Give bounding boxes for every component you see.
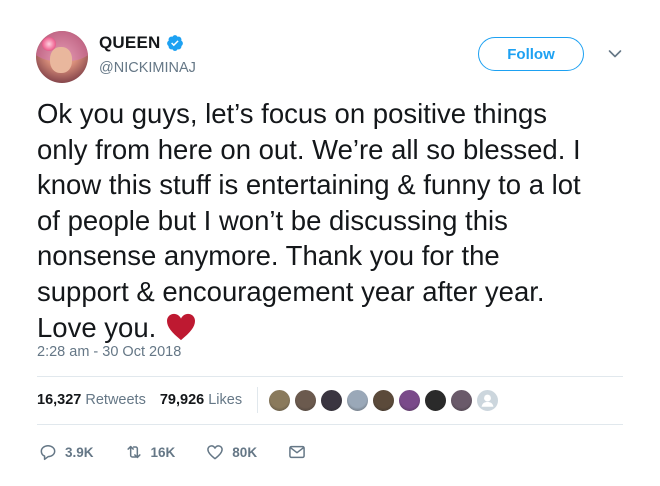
liker-avatar[interactable] [372, 389, 395, 412]
reply-action[interactable]: 3.9K [38, 442, 94, 462]
tweet-line: only from here on out. We’re all so bles… [37, 133, 581, 165]
liker-avatars [268, 389, 499, 412]
tweet-line: nonsense anymore. Thank you for the [37, 240, 500, 272]
retweets-count: 16,327 [37, 392, 82, 408]
direct-message-action[interactable] [287, 442, 307, 462]
retweets-stat[interactable]: 16,327 Retweets [37, 392, 146, 408]
retweet-icon [126, 445, 141, 459]
liker-avatar[interactable] [398, 389, 421, 412]
avatar-flower [42, 37, 56, 51]
reply-icon [40, 445, 56, 461]
tweet-text: Ok you guys, let’s focus on positive thi… [37, 96, 637, 345]
heart-icon [207, 445, 224, 460]
tweet-line-last: Love you. [37, 310, 637, 346]
tweet-line: of people but I won’t be discussing this [37, 204, 508, 236]
follow-button[interactable]: Follow [478, 37, 584, 71]
liker-avatar[interactable] [450, 389, 473, 412]
like-action[interactable]: 80K [205, 442, 257, 462]
tweet-actions: 3.9K 16K 80K [38, 442, 337, 462]
retweets-label: Retweets [85, 392, 146, 408]
red-heart-emoji-icon [167, 313, 196, 340]
retweet-action[interactable]: 16K [124, 442, 176, 462]
tweet-timestamp[interactable]: 2:28 am - 30 Oct 2018 [37, 344, 181, 360]
likes-count: 79,926 [159, 392, 205, 408]
liker-avatar[interactable] [320, 389, 343, 412]
tweet-line: know this stuff is entertaining & funny … [37, 169, 581, 201]
avatar-face [50, 47, 72, 73]
chevron-down-icon[interactable] [608, 49, 622, 59]
tweet-stats: 16,327 Retweets 79,926 Likes [37, 392, 242, 408]
likes-label: Likes [208, 392, 243, 408]
user-avatar[interactable] [36, 31, 88, 83]
display-name[interactable]: QUEEN [99, 33, 160, 53]
default-avatar-icon[interactable] [476, 389, 499, 412]
tweet-line: Ok you guys, let’s focus on positive thi… [37, 98, 548, 129]
liker-avatar[interactable] [346, 389, 369, 412]
envelope-icon [289, 445, 305, 459]
default-person-icon [481, 394, 494, 407]
verified-badge-icon [167, 35, 184, 51]
stats-separator [257, 387, 258, 413]
divider [37, 376, 623, 377]
user-handle[interactable]: @NICKIMINAJ [99, 60, 196, 76]
divider [37, 424, 623, 425]
tweet-line: Love you. [37, 311, 157, 343]
reply-count: 3.9K [65, 444, 94, 460]
tweet-line: support & encouragement year after year. [37, 275, 545, 307]
display-name-row[interactable]: QUEEN [99, 33, 184, 53]
liker-avatar[interactable] [268, 389, 291, 412]
like-count: 80K [232, 444, 258, 460]
retweet-count: 16K [150, 444, 176, 460]
liker-avatar[interactable] [294, 389, 317, 412]
likes-stat[interactable]: 79,926 Likes [160, 392, 242, 408]
liker-avatar[interactable] [424, 389, 447, 412]
